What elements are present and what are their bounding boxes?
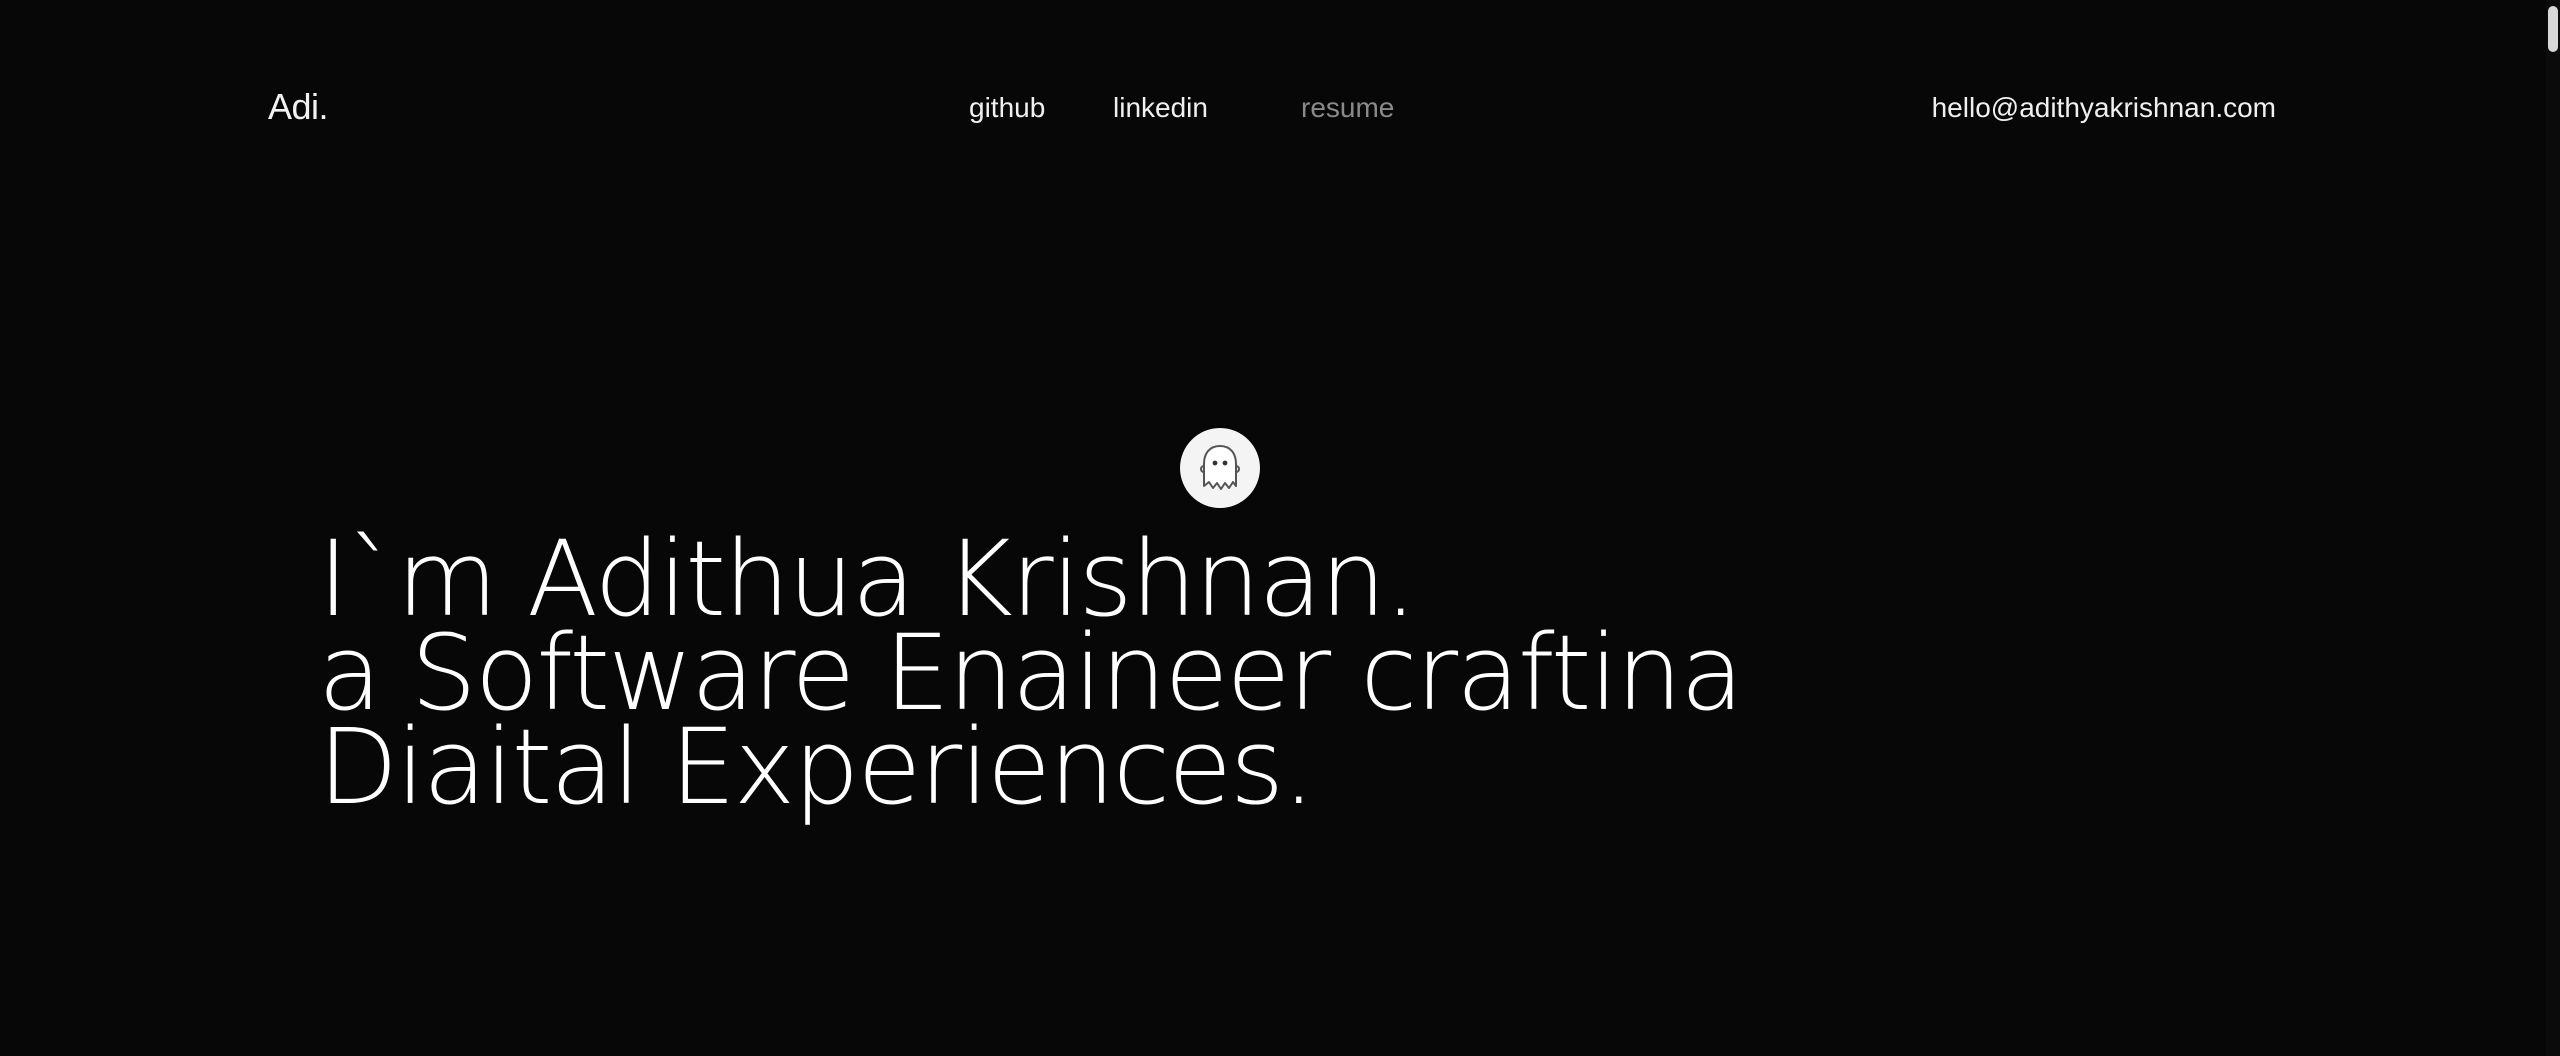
scrollbar[interactable] <box>2546 0 2560 1056</box>
ghost-icon <box>1200 445 1240 490</box>
hero-line-3: Diaital Experiences. <box>318 705 1315 828</box>
page: Adi. github linkedin resume hello@adithy… <box>0 0 2560 1056</box>
cursor-follower <box>1180 428 1260 508</box>
email-link[interactable]: hello@adithyakrishnan.com <box>1932 92 2276 124</box>
nav-link-resume[interactable]: resume <box>1301 92 1394 124</box>
nav-link-github[interactable]: github <box>969 92 1045 124</box>
nav-link-linkedin[interactable]: linkedin <box>1113 92 1208 124</box>
hero-heading: I`m Adithua Krishnan. a Software Enainee… <box>318 527 1744 828</box>
scrollbar-thumb[interactable] <box>2548 6 2558 52</box>
